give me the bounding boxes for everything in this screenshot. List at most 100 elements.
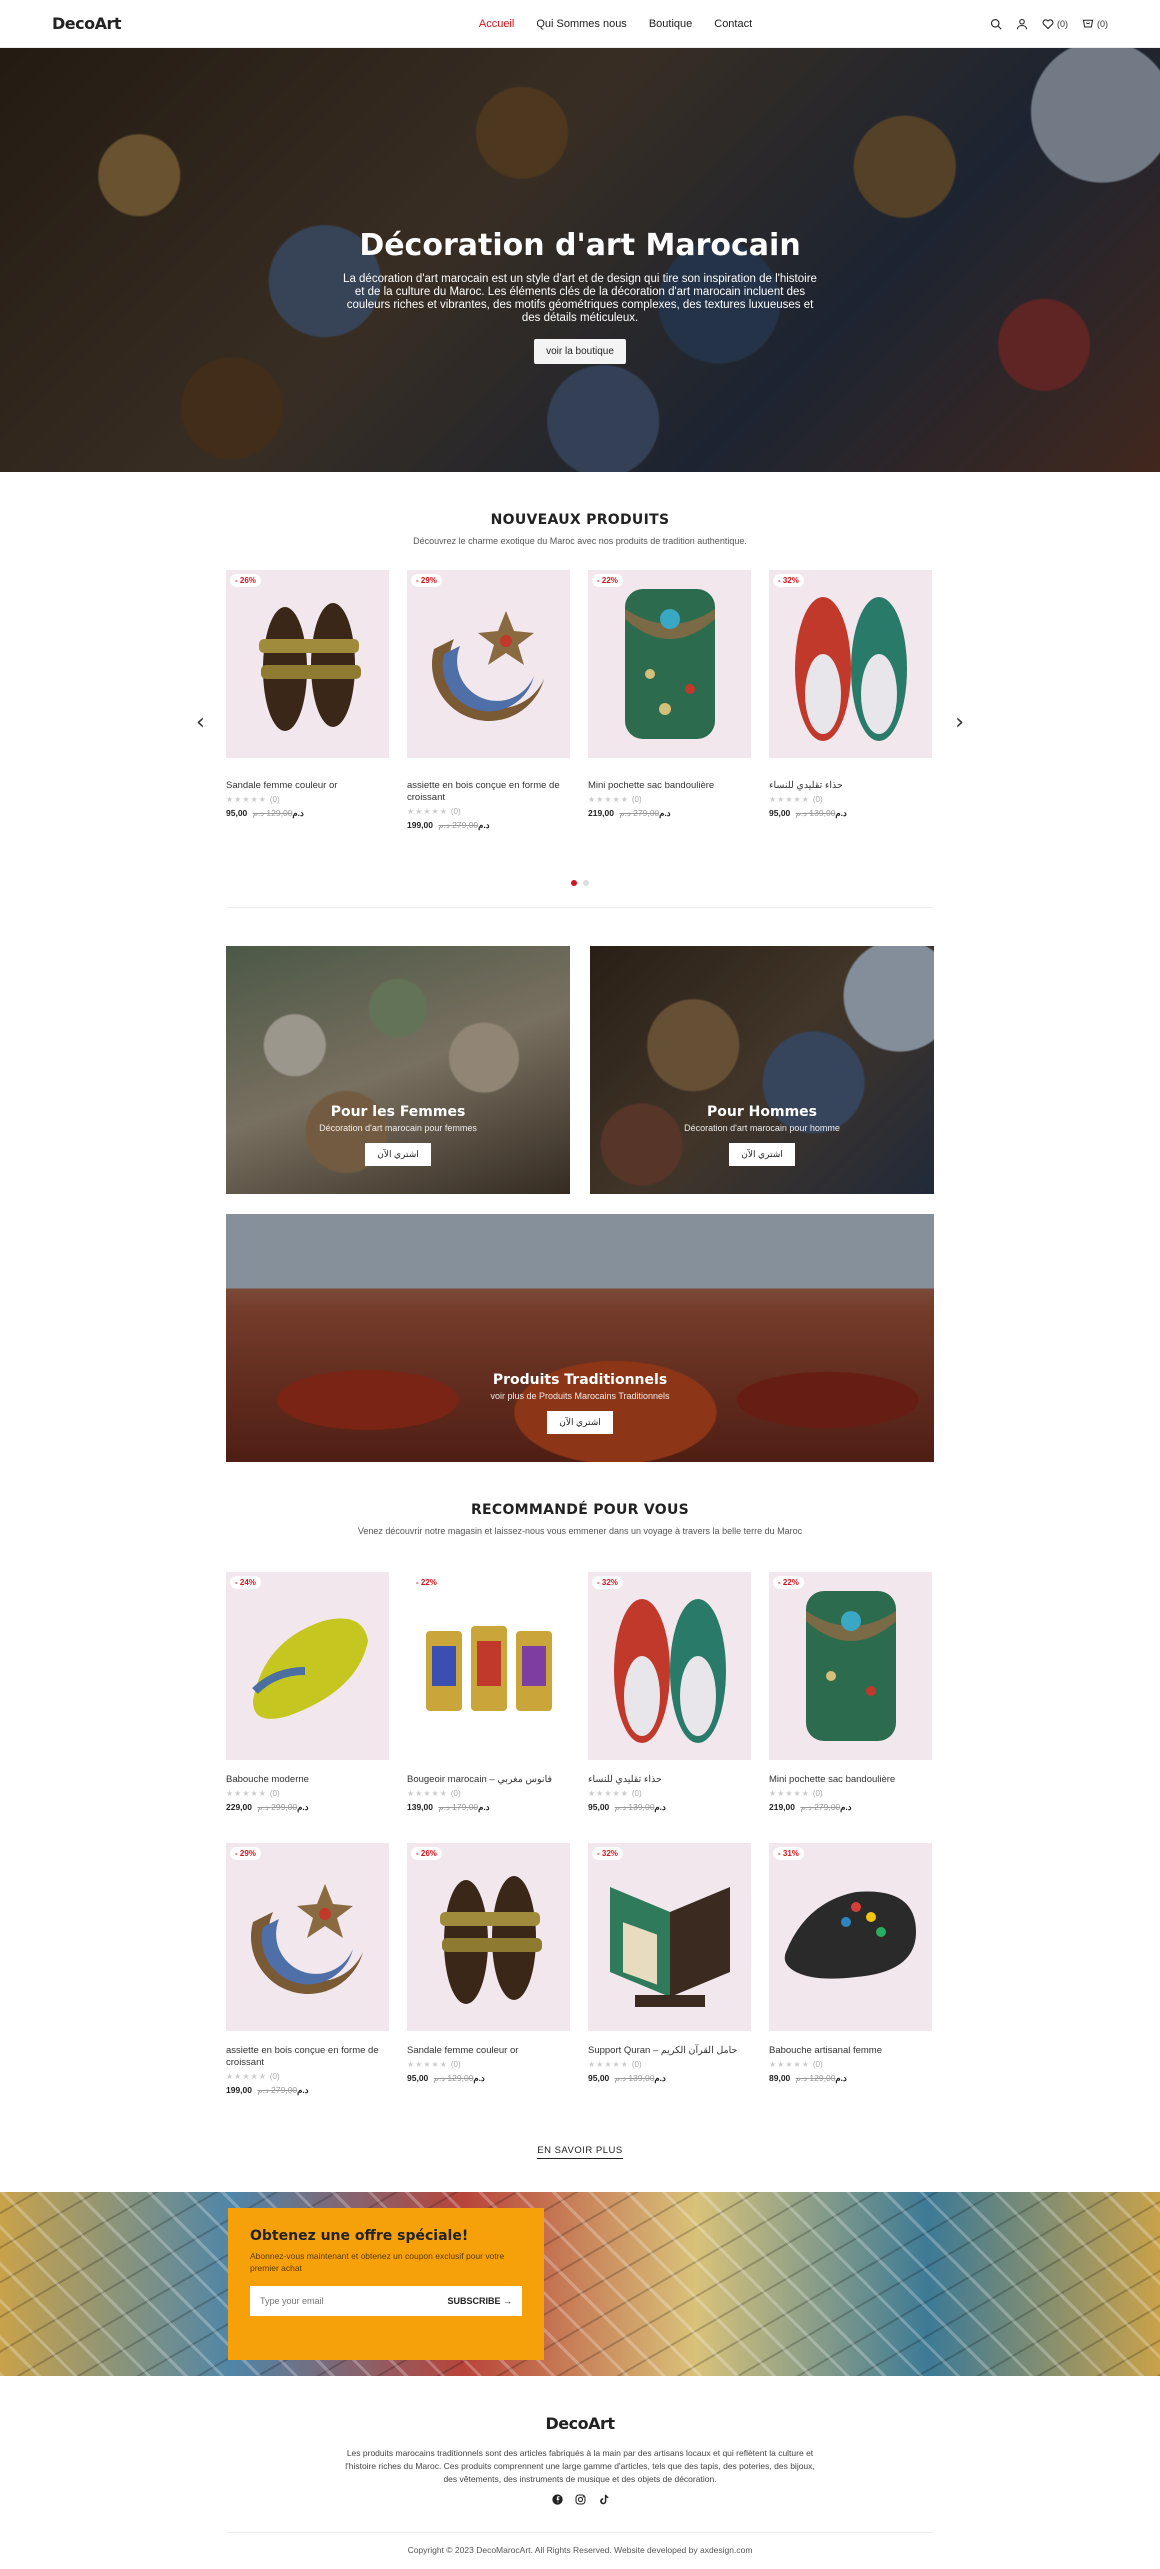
product-name[interactable]: Bougeoir marocain – فانوس مغربي — [407, 1774, 570, 1786]
banner-women-button[interactable]: اشتري الآن — [365, 1143, 431, 1166]
nav-qui-sommes-nous[interactable]: Qui Sommes nous — [536, 18, 626, 30]
product-price: 95,00 د.م139,00 د.م — [588, 1802, 751, 1813]
facebook-icon[interactable] — [551, 2494, 563, 2508]
more-link-wrap: EN SAVOIR PLUS — [0, 2140, 1160, 2159]
footer-logo[interactable]: DecoArt — [0, 2414, 1160, 2433]
discount-badge: - 22% — [592, 574, 623, 587]
rating-stars: ★★★★★ (0) — [407, 807, 461, 816]
product-image[interactable]: - 22% — [407, 1572, 570, 1760]
rating-stars: ★★★★★ (0) — [769, 1789, 823, 1798]
offer-box: Obtenez une offre spéciale! Abonnez-vous… — [228, 2208, 544, 2360]
product-name[interactable]: Mini pochette sac bandoulière — [588, 780, 751, 792]
product-name[interactable]: Babouche moderne — [226, 1774, 389, 1786]
email-input[interactable] — [260, 2296, 448, 2306]
old-price: 139,00 د.م — [795, 808, 836, 818]
banner-men-button[interactable]: اشتري الآن — [729, 1143, 795, 1166]
banner-traditional-title: Produits Traditionnels — [492, 1372, 668, 1388]
site-header: DecoArt Accueil Qui Sommes nous Boutique… — [0, 0, 1160, 48]
product-name[interactable]: Support Quran – حامل القرآن الكريم — [588, 2045, 751, 2057]
nav-accueil[interactable]: Accueil — [479, 18, 514, 30]
product-card[interactable]: - 22% Mini pochette sac bandoulière ★★★★… — [769, 1572, 932, 1813]
product-card[interactable]: - 26% Sandale femme couleur or ★★★★★ (0) … — [226, 570, 389, 831]
new-products-subtitle: Découvrez le charme exotique du Maroc av… — [413, 536, 747, 546]
carousel-prev-icon[interactable]: ‹ — [196, 710, 205, 735]
hero-banner: Décoration d'art Marocain La décoration … — [0, 48, 1160, 472]
carousel-dot-2[interactable] — [583, 880, 589, 886]
rating-stars: ★★★★★ (0) — [588, 795, 642, 804]
banner-women-title: Pour les Femmes — [330, 1104, 466, 1120]
subscribe-button[interactable]: SUBSCRIBE → — [447, 2296, 512, 2306]
rating-stars: ★★★★★ (0) — [407, 1789, 461, 1798]
product-image[interactable]: - 22% — [588, 570, 751, 758]
product-card[interactable]: - 22% Mini pochette sac bandoulière ★★★★… — [588, 570, 751, 831]
product-card[interactable]: - 32% Support Quran – حامل القرآن الكريم… — [588, 1843, 751, 2096]
wishlist-button[interactable]: (0) — [1042, 18, 1068, 30]
review-count: (0) — [812, 1789, 823, 1798]
carousel-next-icon[interactable]: › — [955, 710, 964, 735]
product-image[interactable]: - 29% — [226, 1843, 389, 2031]
product-name[interactable]: حذاء تقليدي للنساء — [588, 1774, 751, 1786]
cart-button[interactable]: (0) — [1082, 18, 1108, 30]
nav-contact[interactable]: Contact — [714, 18, 752, 30]
product-image[interactable]: - 32% — [769, 570, 932, 758]
product-name[interactable]: Babouche artisanal femme — [769, 2045, 932, 2057]
review-count: (0) — [269, 1789, 280, 1798]
rating-stars: ★★★★★ (0) — [226, 795, 280, 804]
product-card[interactable]: - 29% assiette en bois conçue en forme d… — [407, 570, 570, 831]
subscribe-form: SUBSCRIBE → — [250, 2286, 522, 2316]
old-price: 299,00 د.م — [257, 1802, 298, 1812]
subscribe-label: SUBSCRIBE — [447, 2296, 501, 2306]
header-actions: (0) (0) — [990, 18, 1108, 30]
section-divider — [226, 907, 934, 908]
discount-badge: - 32% — [773, 574, 804, 587]
product-card[interactable]: - 29% assiette en bois conçue en forme d… — [226, 1843, 389, 2096]
product-image[interactable]: - 31% — [769, 1843, 932, 2031]
rating-stars: ★★★★★ (0) — [226, 2072, 280, 2081]
banner-women[interactable]: Pour les Femmes Décoration d'art marocai… — [226, 946, 570, 1194]
product-image[interactable]: - 32% — [588, 1843, 751, 2031]
product-price: 95,00 د.م139,00 د.م — [588, 2073, 751, 2084]
product-price: 199,00 د.م279,00 د.م — [407, 820, 570, 831]
discount-badge: - 29% — [230, 1847, 261, 1860]
product-image[interactable]: - 29% — [407, 570, 570, 758]
tiktok-icon[interactable] — [598, 2494, 609, 2508]
rating-stars: ★★★★★ (0) — [588, 2060, 642, 2069]
product-card[interactable]: - 24% Babouche moderne ★★★★★ (0) 229,00 د… — [226, 1572, 389, 1813]
rating-stars: ★★★★★ (0) — [407, 2060, 461, 2069]
product-image[interactable]: - 24% — [226, 1572, 389, 1760]
product-name[interactable]: حذاء تقليدي للنساء — [769, 780, 932, 792]
product-card[interactable]: - 32% حذاء تقليدي للنساء ★★★★★ (0) 95,00 … — [769, 570, 932, 831]
old-price: 279,00 د.م — [438, 820, 479, 830]
product-card[interactable]: - 22% Bougeoir marocain – فانوس مغربي ★★… — [407, 1572, 570, 1813]
instagram-icon[interactable] — [575, 2494, 586, 2508]
review-count: (0) — [631, 1789, 642, 1798]
product-name[interactable]: Mini pochette sac bandoulière — [769, 1774, 932, 1786]
search-icon[interactable] — [990, 18, 1002, 30]
banner-traditional-button[interactable]: اشتري الآن — [547, 1411, 613, 1434]
user-icon[interactable] — [1016, 18, 1028, 30]
product-image[interactable]: - 32% — [588, 1572, 751, 1760]
product-name[interactable]: assiette en bois conçue en forme de croi… — [407, 780, 570, 804]
product-image[interactable]: - 26% — [407, 1843, 570, 2031]
footer-text: Les produits marocains traditionnels son… — [345, 2448, 815, 2484]
product-name[interactable]: assiette en bois conçue en forme de croi… — [226, 2045, 389, 2069]
banner-traditional[interactable]: Produits Traditionnels voir plus de Prod… — [226, 1214, 934, 1462]
product-card[interactable]: - 31% Babouche artisanal femme ★★★★★ (0) … — [769, 1843, 932, 2096]
product-image[interactable]: - 26% — [226, 570, 389, 758]
nav-boutique[interactable]: Boutique — [649, 18, 692, 30]
product-card[interactable]: - 26% Sandale femme couleur or ★★★★★ (0) … — [407, 1843, 570, 2096]
product-card[interactable]: - 32% حذاء تقليدي للنساء ★★★★★ (0) 95,00 … — [588, 1572, 751, 1813]
old-price: 279,00 د.م — [619, 808, 660, 818]
review-count: (0) — [450, 1789, 461, 1798]
banner-men[interactable]: Pour Hommes Décoration d'art marocain po… — [590, 946, 934, 1194]
carousel-dot-1[interactable] — [571, 880, 577, 886]
product-name[interactable]: Sandale femme couleur or — [407, 2045, 570, 2057]
product-price: 199,00 د.م279,00 د.م — [226, 2085, 389, 2096]
learn-more-link[interactable]: EN SAVOIR PLUS — [537, 2145, 623, 2159]
shop-button[interactable]: voir la boutique — [534, 339, 626, 364]
review-count: (0) — [812, 795, 823, 804]
logo[interactable]: DecoArt — [52, 14, 122, 33]
discount-badge: - 22% — [773, 1576, 804, 1589]
product-name[interactable]: Sandale femme couleur or — [226, 780, 389, 792]
product-image[interactable]: - 22% — [769, 1572, 932, 1760]
